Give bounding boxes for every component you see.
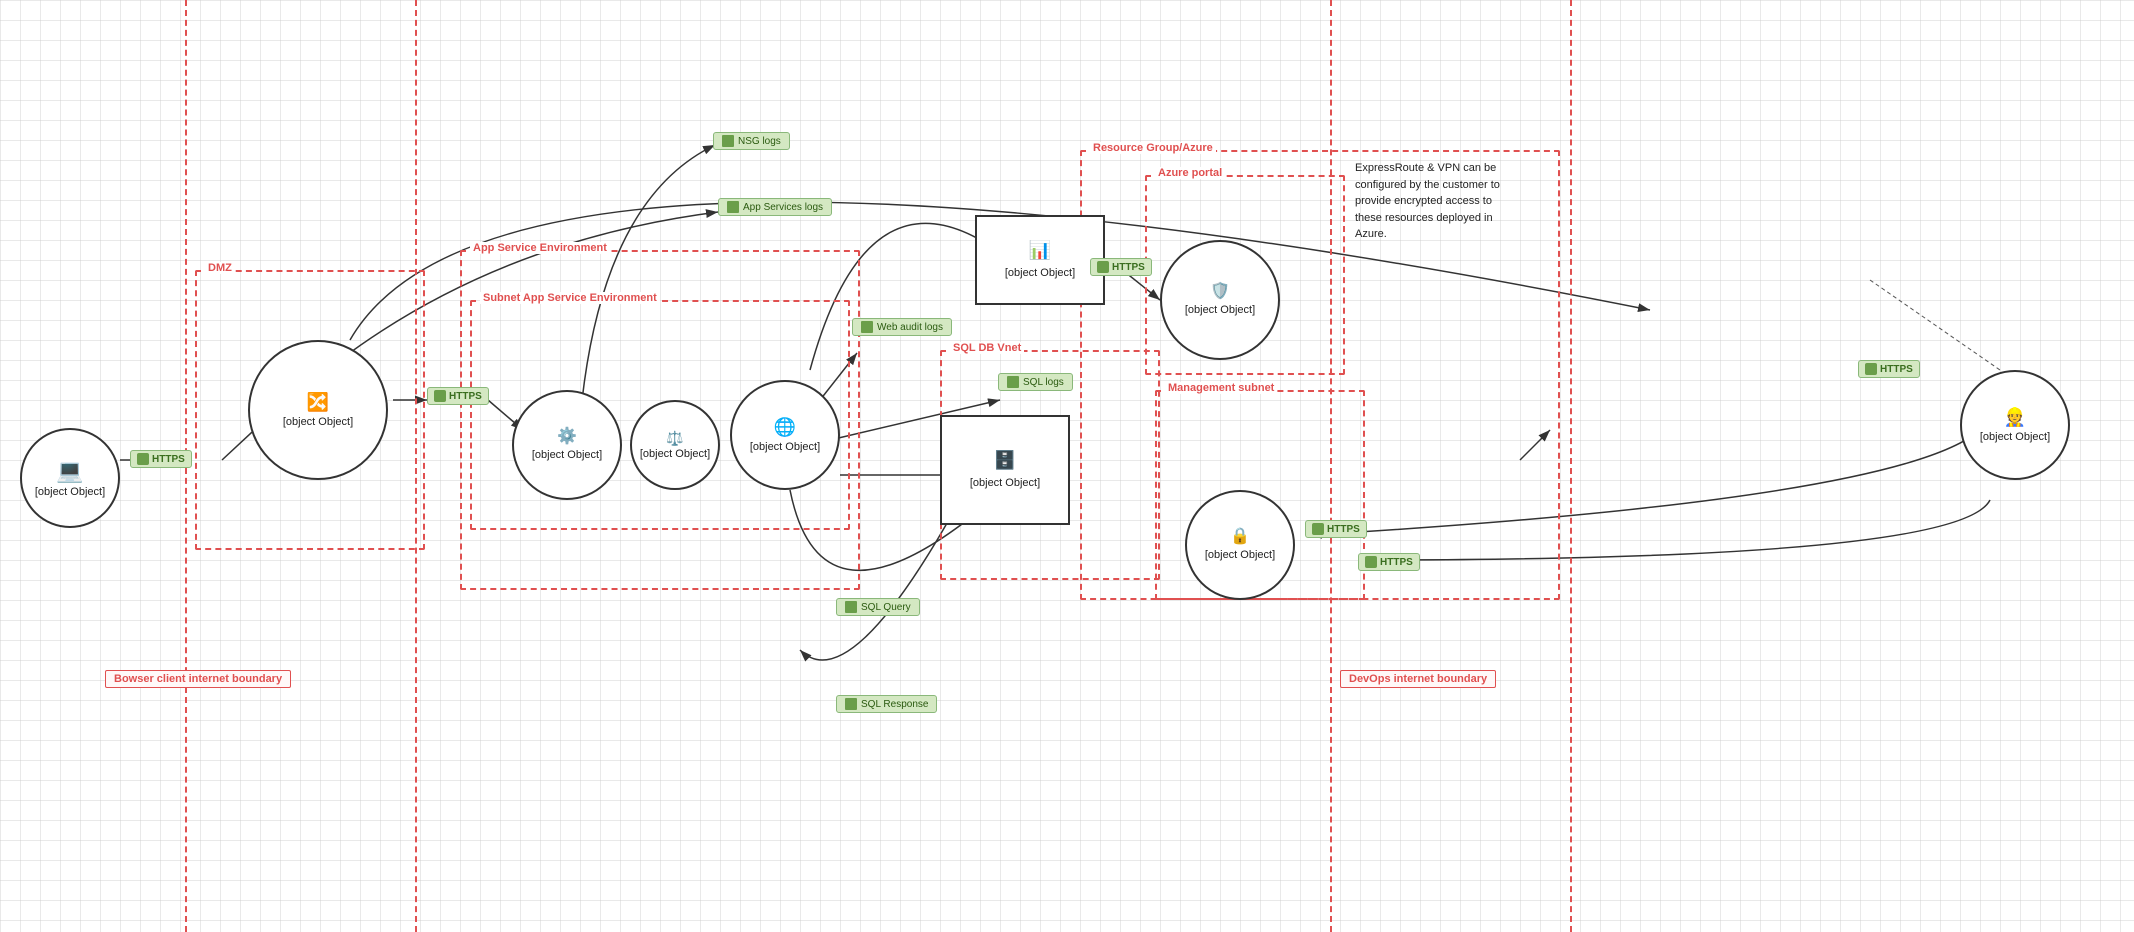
sql-response-icon (845, 698, 857, 710)
https-badge-2: HTTPS (427, 387, 489, 405)
browser-client-node: 💻 [object Object] (20, 428, 120, 528)
web-app-label: [object Object] (750, 440, 820, 454)
https-icon-5 (1865, 363, 1877, 375)
browser-internet-boundary-label: Bowser client internet boundary (105, 670, 291, 688)
sql-query-icon (845, 601, 857, 613)
app-services-logs-badge: App Services logs (718, 198, 832, 216)
sql-query-badge: SQL Query (836, 598, 920, 616)
https-icon-2 (434, 390, 446, 402)
browser-client-label: [object Object] (35, 485, 105, 499)
azure-sql-node: 🗄️ [object Object] (940, 415, 1070, 525)
web-app-node: 🌐 [object Object] (730, 380, 840, 490)
https-badge-1: HTTPS (130, 450, 192, 468)
subnet-app-service-label: Subnet App Service Environment (480, 292, 660, 304)
azure-sql-icon: 🗄️ (994, 448, 1016, 473)
https-icon-1 (137, 453, 149, 465)
https-badge-3: HTTPS (1090, 258, 1152, 276)
sql-logs-icon (1007, 376, 1019, 388)
bastion-host-label: [object Object] (1205, 548, 1275, 562)
https-badge-5: HTTPS (1858, 360, 1920, 378)
app-gateway-label: [object Object] (283, 415, 353, 429)
azure-storage-node: 📊 [object Object] (975, 215, 1105, 305)
app-services-logs-icon (727, 201, 739, 213)
app-service-env-label: App Service Environment (470, 242, 610, 254)
sql-logs-badge: SQL logs (998, 373, 1073, 391)
right-boundary-line-2 (1570, 0, 1572, 932)
https-badge-4: HTTPS (1305, 520, 1367, 538)
management-subnet-label: Management subnet (1165, 382, 1277, 394)
app-service-env-label: [object Object] (532, 448, 602, 462)
diagram-canvas: Bowser client internet boundary DevOps i… (0, 0, 2134, 932)
resource-group-label: Resource Group/Azure (1090, 142, 1216, 154)
load-balancer-label: [object Object] (640, 447, 710, 461)
azure-storage-icon: 📊 (1029, 238, 1051, 263)
azure-sql-label: [object Object] (970, 476, 1040, 491)
dmz-label: DMZ (205, 262, 235, 274)
https-icon-4 (1312, 523, 1324, 535)
nsg-logs-badge: NSG logs (713, 132, 790, 150)
load-balancer-node: ⚖️ [object Object] (630, 400, 720, 490)
devops-engineer-node: 👷 [object Object] (1960, 370, 2070, 480)
azure-security-node: 🛡️ [object Object] (1160, 240, 1280, 360)
bastion-host-node: 🔒 [object Object] (1185, 490, 1295, 600)
web-audit-logs-icon (861, 321, 873, 333)
azure-security-label: [object Object] (1185, 303, 1255, 317)
azure-storage-label: [object Object] (1005, 266, 1075, 281)
sql-db-vnet-label: SQL DB Vnet (950, 342, 1024, 354)
web-audit-logs-badge: Web audit logs (852, 318, 952, 336)
https-icon-3 (1097, 261, 1109, 273)
https-badge-6: HTTPS (1358, 553, 1420, 571)
app-service-env-node: ⚙️ [object Object] (512, 390, 622, 500)
annotation-text: ExpressRoute & VPN can be configured by … (1355, 160, 1515, 243)
nsg-logs-icon (722, 135, 734, 147)
sql-response-badge: SQL Response (836, 695, 937, 713)
devops-internet-boundary-label: DevOps internet boundary (1340, 670, 1496, 688)
app-gateway-node: 🔀 [object Object] (248, 340, 388, 480)
devops-engineer-label: [object Object] (1980, 430, 2050, 444)
https-icon-6 (1365, 556, 1377, 568)
azure-portal-label: Azure portal (1155, 167, 1225, 179)
